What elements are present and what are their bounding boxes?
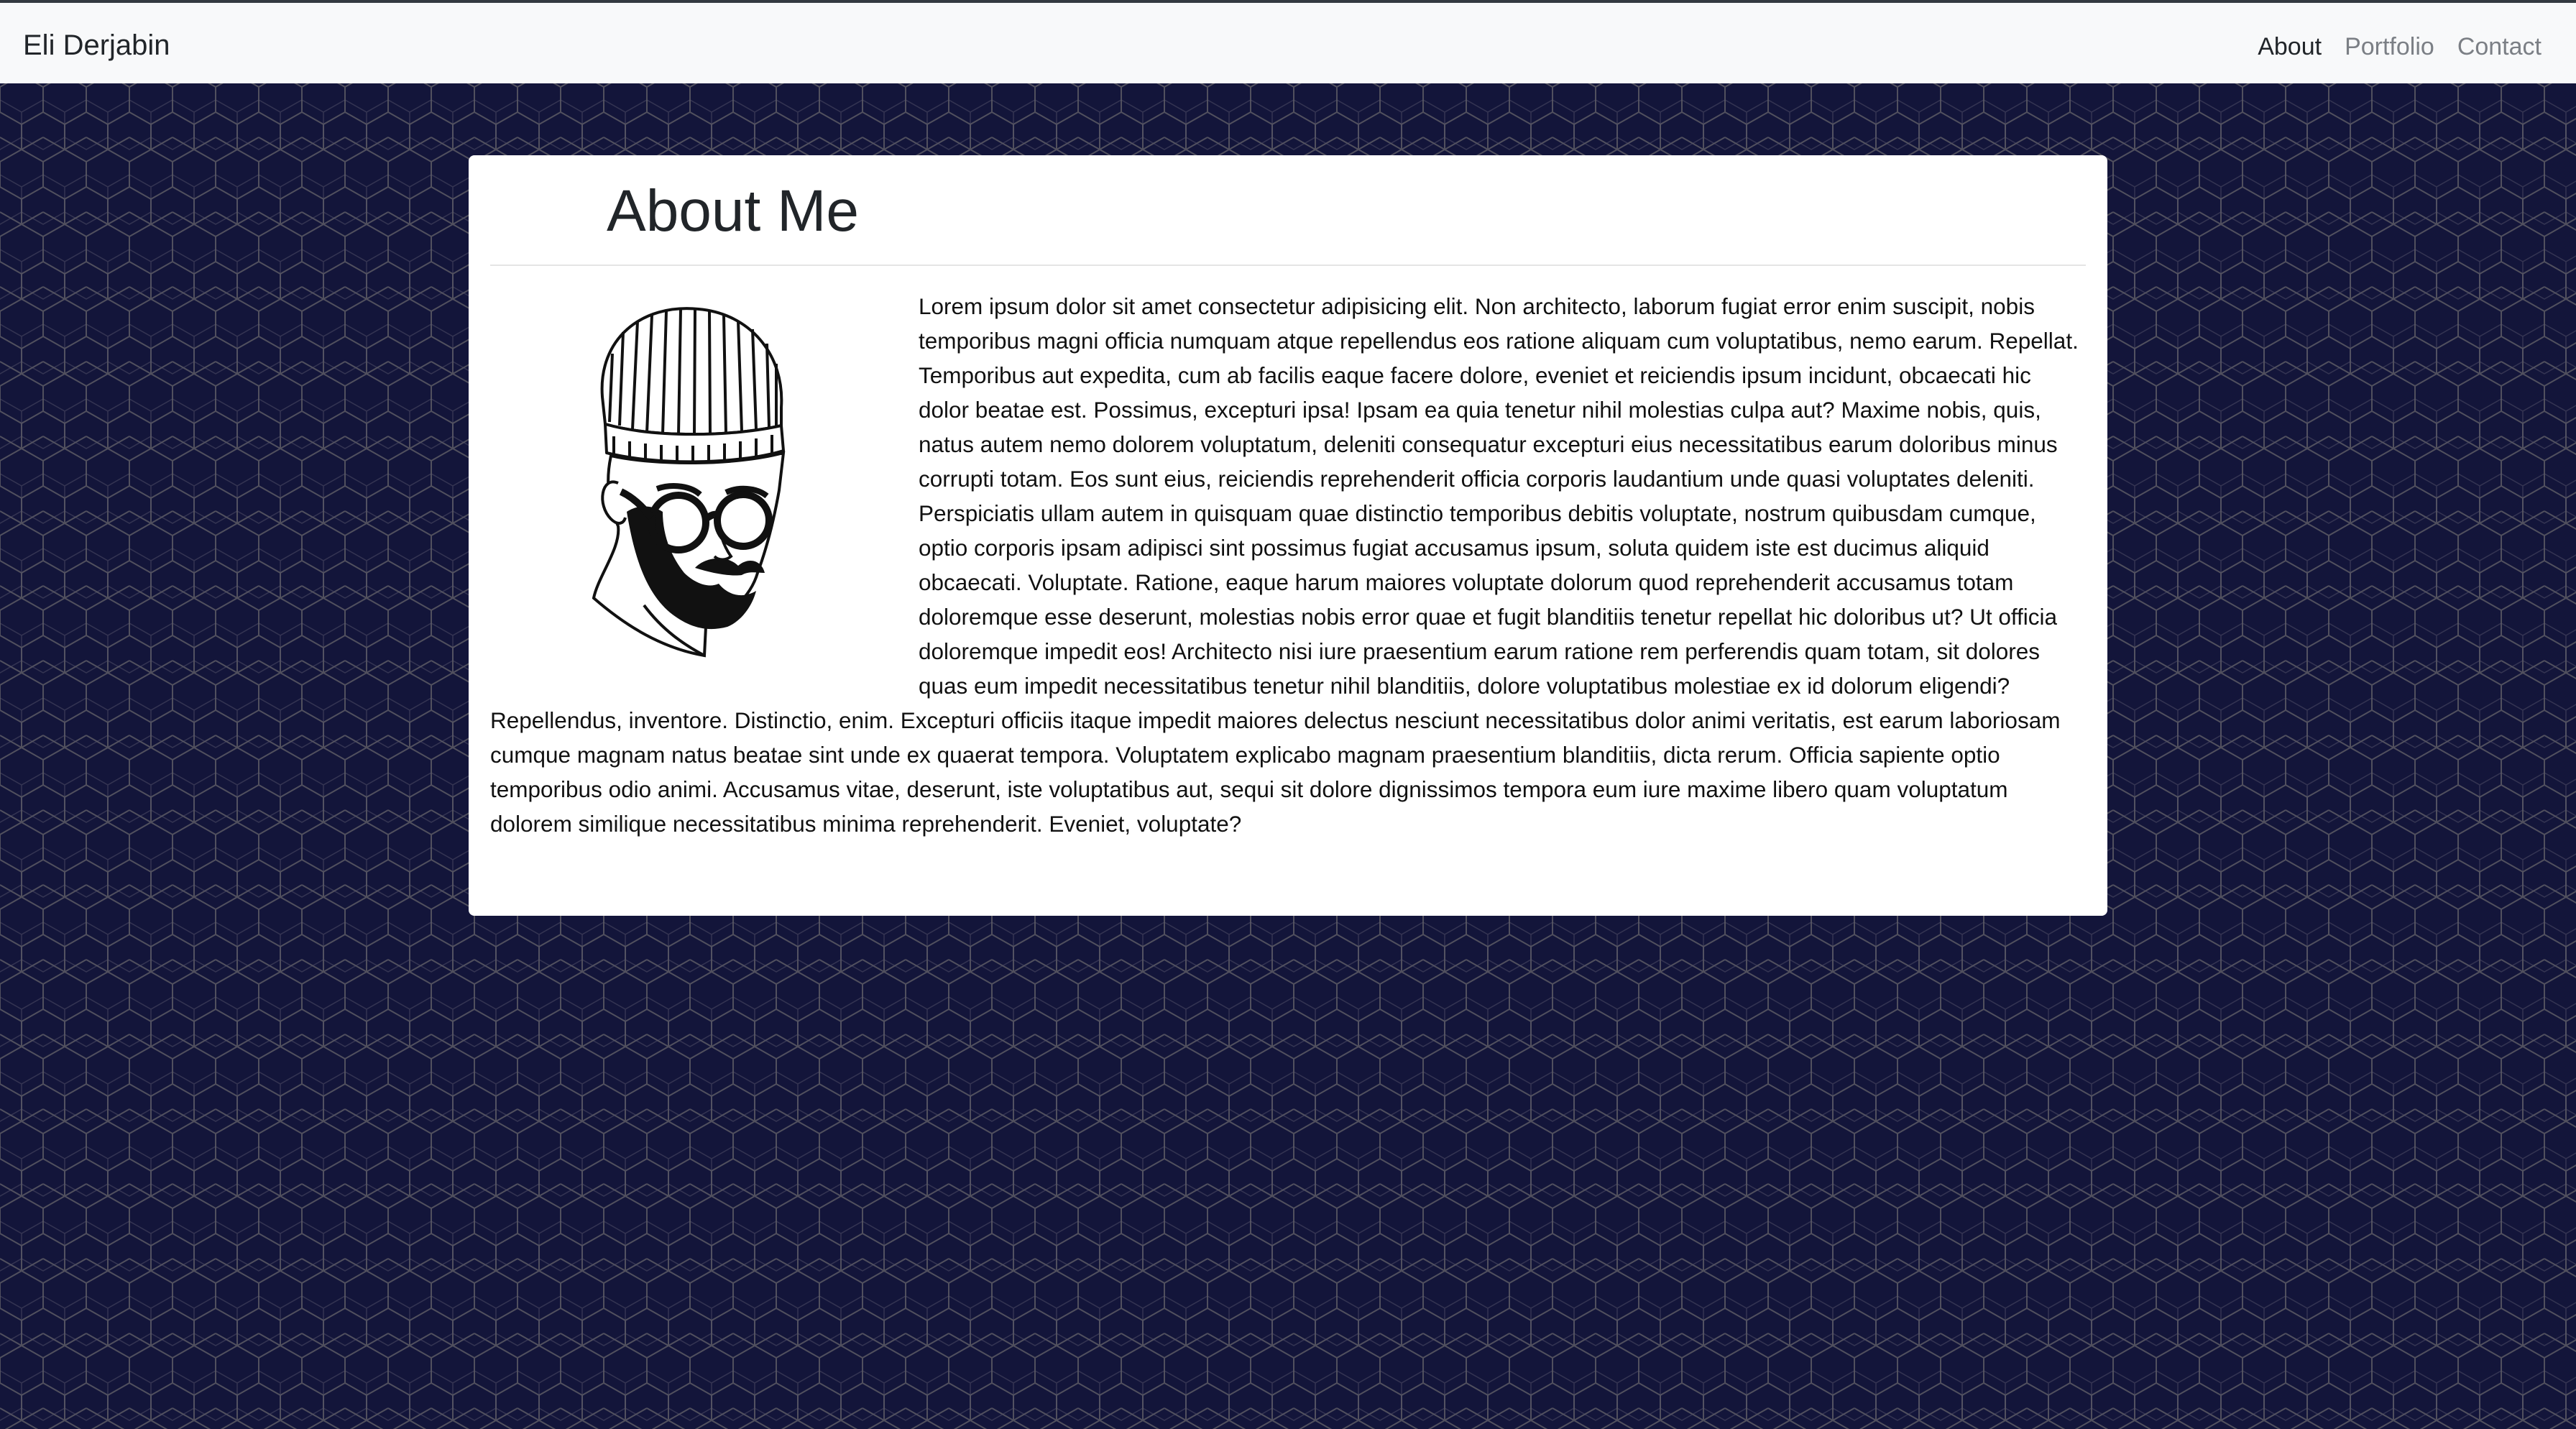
nav-link-portfolio[interactable]: Portfolio [2345, 30, 2434, 63]
about-content: Lorem ipsum dolor sit amet consectetur a… [490, 289, 2086, 841]
title-divider [490, 265, 2086, 266]
about-card: About Me Lorem ipsum dolor sit amet cons… [469, 155, 2107, 916]
nav-links: About Portfolio Contact [2258, 30, 2542, 63]
page-title: About Me [607, 178, 859, 244]
nav-link-contact[interactable]: Contact [2457, 30, 2542, 63]
nav-link-about[interactable]: About [2258, 30, 2322, 63]
brand-link[interactable]: Eli Derjabin [23, 29, 170, 62]
top-navbar: Eli Derjabin About Portfolio Contact [0, 0, 2576, 83]
portrait-illustration-icon [490, 289, 900, 681]
